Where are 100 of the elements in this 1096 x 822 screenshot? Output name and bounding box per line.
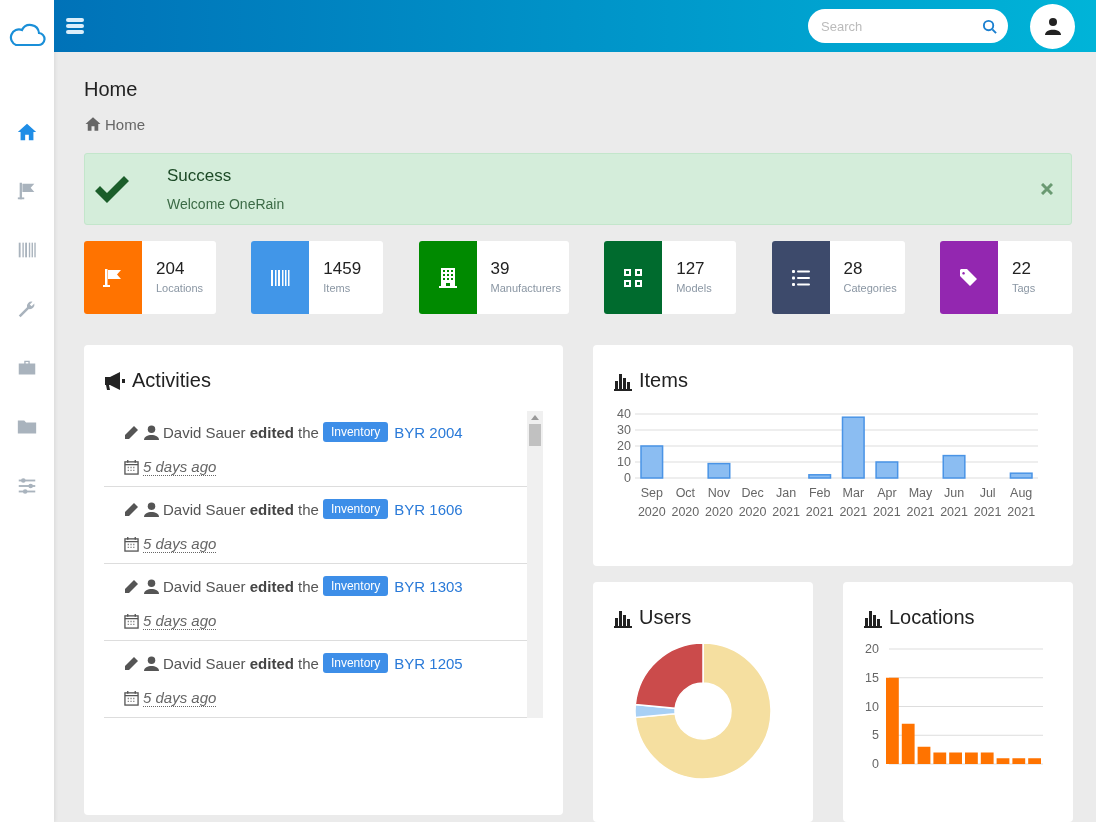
- chart-bar: [1012, 758, 1026, 764]
- axis-label: Feb 2021: [805, 486, 834, 518]
- axis-label: Nov 2020: [705, 486, 733, 518]
- search-field[interactable]: Search: [808, 9, 1008, 43]
- stat-label: Locations: [156, 282, 204, 294]
- chart-bar: [996, 758, 1010, 764]
- user-icon: [144, 424, 159, 440]
- activity-text: David Sauer edited the: [163, 654, 319, 672]
- stat-card[interactable]: 28 Categories: [771, 241, 905, 314]
- axis-label: 20: [617, 439, 631, 453]
- chart-bar: [901, 723, 915, 764]
- item-link[interactable]: BYR 1205: [394, 654, 463, 672]
- user-avatar[interactable]: [1030, 3, 1075, 49]
- pencil-icon: [124, 501, 140, 517]
- axis-label: 20: [865, 642, 879, 656]
- chart-bar: [1009, 472, 1033, 479]
- scrollbar-thumb[interactable]: [529, 424, 541, 446]
- activity-time: 5 days ago: [143, 535, 217, 553]
- menu-button[interactable]: [66, 17, 84, 35]
- stat-count: 28: [843, 259, 864, 279]
- calendar-icon: [124, 536, 139, 552]
- axis-label: Jun 2021: [940, 486, 968, 518]
- activity-text: David Sauer edited the: [163, 423, 319, 441]
- stat-card[interactable]: 1459 Items: [251, 241, 384, 314]
- stat-label: Models: [676, 282, 712, 294]
- inventory-badge: Inventory: [322, 576, 389, 596]
- item-link[interactable]: BYR 1303: [394, 577, 463, 595]
- cloud-logo: [8, 22, 46, 47]
- inventory-badge: Inventory: [322, 422, 389, 442]
- chart-bar: [942, 454, 966, 479]
- chart-bar: [1028, 758, 1041, 764]
- stat-label: Manufacturers: [490, 282, 561, 294]
- item-link[interactable]: BYR 1606: [394, 500, 463, 518]
- activity-text: David Sauer edited the: [163, 577, 319, 595]
- calendar-icon: [124, 690, 139, 706]
- axis-label: Mar 2021: [839, 486, 868, 518]
- home-icon: [16, 121, 38, 143]
- axis-label: Jul 2021: [973, 486, 1002, 518]
- home-icon: [84, 115, 102, 133]
- search-icon: [982, 19, 997, 34]
- activity-text: David Sauer edited the: [163, 500, 319, 518]
- scroll-up-icon: [531, 415, 539, 420]
- axis-label: Dec 2020: [738, 486, 767, 518]
- chart-bar: [875, 461, 899, 479]
- alert-message: Welcome OneRain: [167, 196, 285, 212]
- checkmark-icon: [93, 173, 131, 205]
- axis-label: 10: [865, 699, 879, 714]
- stat-count: 39: [490, 259, 511, 279]
- inventory-badge: Inventory: [322, 499, 389, 519]
- axis-label: 10: [617, 455, 631, 469]
- user-icon: [144, 501, 159, 517]
- stat-card[interactable]: 204 Locations: [84, 241, 216, 314]
- card-title: Users: [639, 606, 692, 629]
- user-icon: [144, 655, 159, 671]
- chart-bar: [640, 445, 664, 479]
- stat-card[interactable]: 39 Manufacturers: [418, 241, 569, 314]
- stat-count: 204: [156, 259, 186, 279]
- user-icon: [144, 578, 159, 594]
- card-title: Items: [639, 369, 688, 392]
- stat-count: 22: [1012, 259, 1032, 279]
- chart-bar: [933, 752, 947, 764]
- axis-label: 30: [617, 423, 631, 437]
- page-title: Home: [84, 78, 139, 101]
- axis-label: Aug 2021: [1007, 486, 1036, 518]
- pencil-icon: [124, 424, 140, 440]
- axis-label: Oct 2020: [671, 486, 700, 518]
- stat-card[interactable]: 22 Tags: [940, 241, 1072, 314]
- activity-time: 5 days ago: [143, 689, 217, 707]
- scrollbar-track[interactable]: [527, 411, 543, 718]
- axis-label: 0: [872, 757, 879, 771]
- card-title: Locations: [889, 606, 975, 629]
- menu-icon: [66, 17, 84, 35]
- alert-title: Success: [167, 166, 233, 186]
- card-title: Activities: [132, 369, 211, 392]
- stat-label: Items: [323, 282, 352, 294]
- activity-time: 5 days ago: [143, 612, 217, 630]
- axis-label: Apr 2021: [872, 486, 901, 518]
- axis-label: 0: [624, 471, 631, 485]
- item-link[interactable]: BYR 2004: [394, 423, 463, 441]
- chart-bar: [707, 462, 731, 479]
- stat-label: Tags: [1012, 282, 1036, 294]
- stat-count: 1459: [323, 259, 362, 279]
- chart-bar: [980, 752, 994, 764]
- activity-time: 5 days ago: [143, 458, 217, 476]
- chart-bar: [949, 752, 962, 764]
- axis-label: Sep 2020: [637, 486, 666, 518]
- close-button[interactable]: [1041, 183, 1053, 195]
- stat-card[interactable]: 127 Models: [604, 241, 737, 314]
- pencil-icon: [124, 655, 140, 671]
- stat-count: 127: [676, 259, 706, 279]
- inventory-badge: Inventory: [322, 653, 389, 673]
- axis-label: May 2021: [906, 486, 935, 518]
- axis-label: 40: [617, 407, 631, 421]
- breadcrumb-link[interactable]: Home: [105, 115, 145, 133]
- chart-bar: [917, 746, 931, 764]
- user-icon: [1043, 17, 1062, 35]
- calendar-icon: [124, 459, 139, 475]
- sliders-icon: [16, 475, 38, 497]
- axis-label: 15: [865, 670, 879, 685]
- chart-bar: [808, 474, 832, 479]
